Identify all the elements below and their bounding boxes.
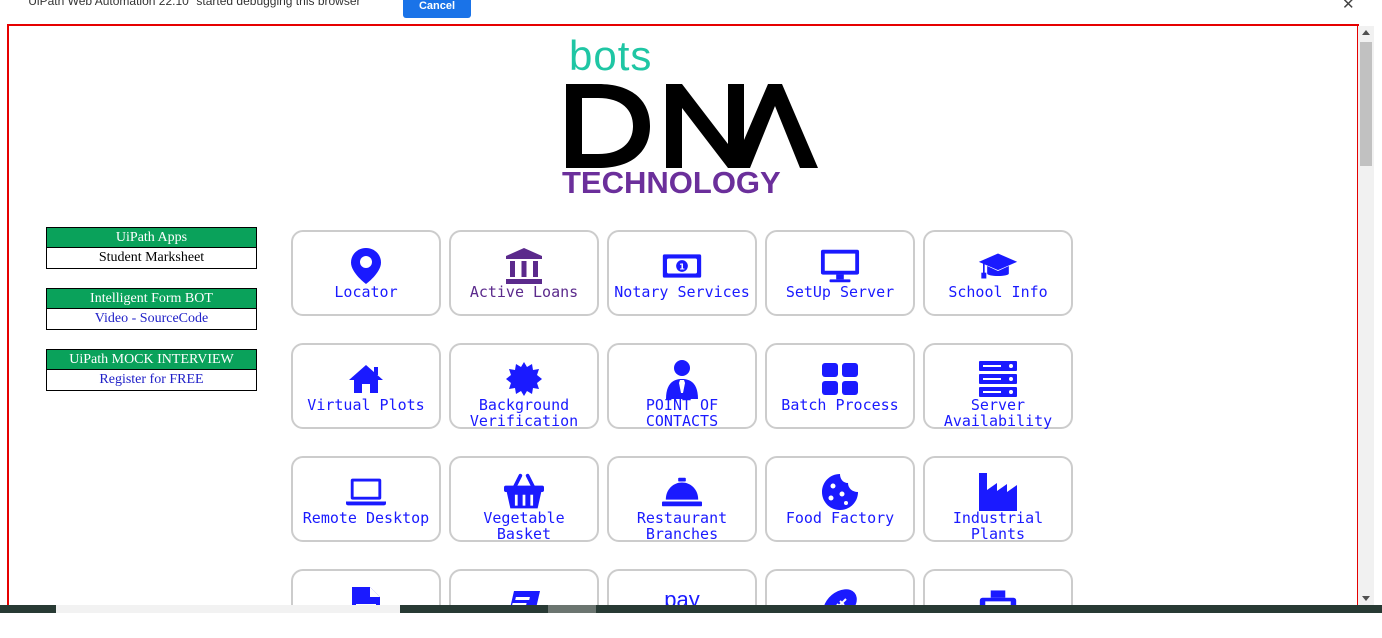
tile-label-line2: Availability (943, 412, 1053, 430)
scroll-down-arrow-icon[interactable] (1362, 596, 1370, 601)
tile-batch-process[interactable]: Batch Process (765, 343, 915, 429)
tile-notary-services[interactable]: 1 Notary Services (607, 230, 757, 316)
banknote-icon: 1 (662, 246, 702, 286)
tile-server-availability[interactable]: Server Availability (923, 343, 1073, 429)
tile-vegetable-basket[interactable]: Vegetable Basket (449, 456, 599, 542)
tile-label-line2: Basket (496, 525, 552, 543)
grid-icon (820, 359, 860, 399)
taskbar-app-button[interactable] (548, 605, 596, 613)
form-bot-box: Intelligent Form BOT Video - SourceCode (46, 288, 257, 330)
tile-background-verification[interactable]: Background Verification (449, 343, 599, 429)
tile-label: Food Factory (785, 509, 895, 527)
mock-interview-box: UiPath MOCK INTERVIEW Register for FREE (46, 349, 257, 391)
register-free-link[interactable]: FREE (169, 372, 203, 387)
infobar-message: "UiPath Web Automation 22.10" started de… (24, 0, 361, 8)
cookie-icon (820, 472, 860, 512)
house-icon (346, 359, 386, 399)
logo-dna-wordmark (566, 84, 818, 168)
form-bot-heading: Intelligent Form BOT (47, 289, 256, 309)
tile-label: SetUp Server (785, 283, 895, 301)
taskbar-search-box[interactable] (56, 605, 400, 613)
tile-label: Locator (334, 283, 398, 301)
factory-icon (978, 472, 1018, 512)
tile-label: Background Verification (451, 397, 597, 429)
tile-school-info[interactable]: School Info (923, 230, 1073, 316)
tile-label: Active Loans (469, 283, 579, 301)
tile-label-line2: CONTACTS (645, 412, 719, 430)
server-icon (978, 359, 1018, 399)
close-icon[interactable]: ✕ (1342, 0, 1355, 13)
scroll-up-arrow-icon[interactable] (1362, 30, 1370, 35)
logo-bots-text: bots (569, 32, 653, 79)
tile-point-of-contacts[interactable]: POINT OF CONTACTS (607, 343, 757, 429)
uipath-apps-heading: UiPath Apps (47, 228, 256, 248)
student-marksheet-link[interactable]: Student Marksheet (47, 248, 256, 268)
service-bell-icon (662, 472, 702, 512)
scrollbar-thumb[interactable] (1360, 42, 1372, 166)
mock-interview-heading: UiPath MOCK INTERVIEW (47, 350, 256, 370)
bank-icon (504, 246, 544, 286)
tile-label-line2: Branches (645, 525, 719, 543)
map-pin-icon (346, 246, 386, 286)
tile-label: School Info (948, 283, 1048, 301)
monitor-icon (820, 246, 860, 286)
tile-label: Industrial Plants (925, 510, 1071, 542)
tile-label: Vegetable Basket (451, 510, 597, 542)
debug-infobar: "UiPath Web Automation 22.10" started de… (0, 0, 1382, 20)
tile-label: Virtual Plots (307, 396, 425, 414)
tile-label-line2: Plants (970, 525, 1026, 543)
tile-virtual-plots[interactable]: Virtual Plots (291, 343, 441, 429)
tile-remote-desktop[interactable]: Remote Desktop (291, 456, 441, 542)
tile-label: POINT OF CONTACTS (609, 397, 755, 429)
person-tie-icon (662, 359, 702, 399)
tile-setup-server[interactable]: SetUp Server (765, 230, 915, 316)
tile-industrial-plants[interactable]: Industrial Plants (923, 456, 1073, 542)
tile-label: Remote Desktop (302, 509, 430, 527)
uipath-apps-box: UiPath Apps Student Marksheet (46, 227, 257, 269)
cancel-debug-button[interactable]: Cancel (403, 0, 471, 18)
tile-label: Notary Services (614, 283, 750, 301)
page-viewport: bots TECHNOLOGY UiPath Apps Student Mark… (7, 24, 1359, 613)
tile-label: Restaurant Branches (609, 510, 755, 542)
tile-label-line2: Verification (469, 412, 579, 430)
tile-label: Server Availability (925, 397, 1071, 429)
laptop-icon (346, 472, 386, 512)
video-sourcecode-link[interactable]: Video - SourceCode (47, 309, 256, 329)
tile-restaurant-branches[interactable]: Restaurant Branches (607, 456, 757, 542)
badge-icon (504, 359, 544, 399)
logo-technology-text: TECHNOLOGY (562, 165, 781, 200)
basket-icon (504, 472, 544, 512)
tile-label: Batch Process (781, 396, 899, 414)
register-row: Register for FREE (47, 370, 256, 390)
tile-active-loans[interactable]: Active Loans (449, 230, 599, 316)
graduation-cap-icon (978, 246, 1018, 286)
tile-food-factory[interactable]: Food Factory (765, 456, 915, 542)
taskbar-strip (0, 605, 1382, 613)
vertical-scrollbar[interactable] (1358, 26, 1374, 606)
svg-text:1: 1 (679, 261, 685, 271)
register-prefix-link[interactable]: Register for (99, 372, 169, 387)
tile-locator[interactable]: Locator (291, 230, 441, 316)
